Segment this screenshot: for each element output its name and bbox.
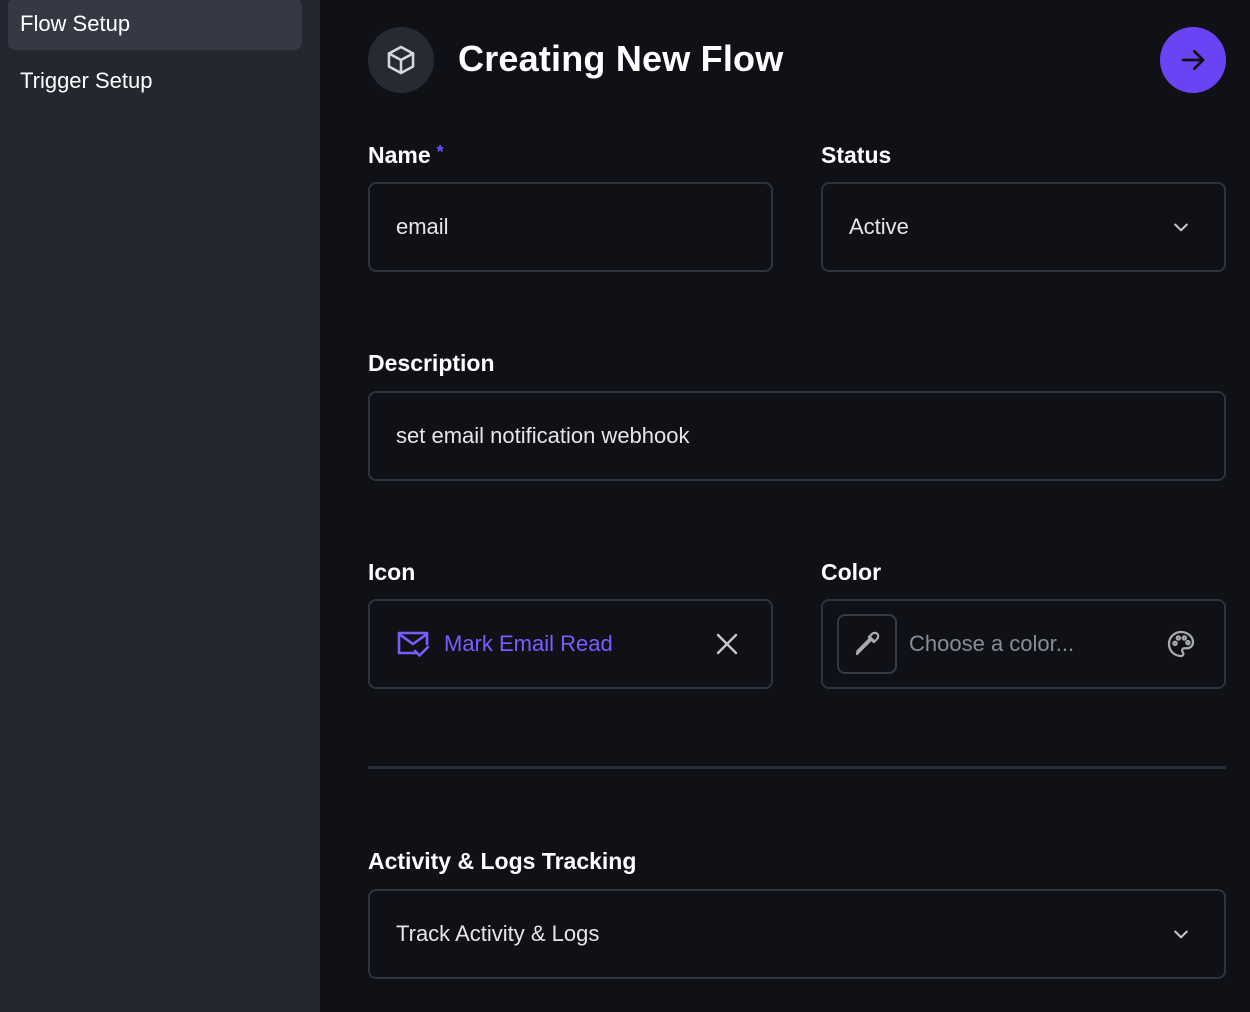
status-label: Status — [821, 142, 892, 168]
chevron-down-icon — [1170, 923, 1192, 945]
close-icon[interactable] — [713, 630, 741, 658]
status-select[interactable]: Active — [821, 182, 1226, 272]
icon-label: Icon — [368, 559, 416, 585]
name-field[interactable] — [368, 182, 773, 272]
activity-select[interactable]: Track Activity & Logs — [368, 889, 1226, 979]
mark-email-read-icon — [396, 629, 430, 659]
sidebar: Flow Setup Trigger Setup — [0, 0, 320, 1012]
activity-label: Activity & Logs Tracking — [368, 848, 637, 874]
color-field[interactable]: Choose a color... — [821, 599, 1226, 689]
description-input[interactable] — [396, 423, 1224, 449]
activity-value: Track Activity & Logs — [396, 921, 600, 946]
next-button[interactable] — [1160, 27, 1226, 93]
sidebar-item-trigger-setup[interactable]: Trigger Setup — [8, 56, 302, 106]
page-title: Creating New Flow — [458, 38, 784, 79]
status-value: Active — [849, 214, 909, 239]
eyedropper-icon — [855, 631, 880, 656]
eyedropper-button[interactable] — [837, 614, 897, 674]
color-placeholder: Choose a color... — [909, 631, 1075, 656]
sidebar-item-flow-setup[interactable]: Flow Setup — [8, 0, 302, 50]
icon-select[interactable]: Mark Email Read — [368, 599, 773, 689]
name-input[interactable] — [396, 214, 771, 240]
arrow-right-icon — [1181, 49, 1205, 71]
name-label: Name * — [368, 142, 444, 168]
cube-icon — [368, 27, 434, 93]
sidebar-item-label: Flow Setup — [20, 11, 131, 36]
divider — [368, 766, 1226, 769]
main-panel: Creating New Flow Name* Status Active De… — [320, 0, 1250, 1012]
chevron-down-icon — [1170, 216, 1192, 238]
required-mark: * — [436, 142, 444, 162]
palette-icon[interactable] — [1164, 627, 1198, 661]
sidebar-item-label: Trigger Setup — [20, 68, 153, 93]
description-label: Description — [368, 350, 495, 376]
color-label: Color — [821, 559, 882, 585]
icon-value: Mark Email Read — [444, 631, 613, 656]
description-field[interactable] — [368, 391, 1226, 481]
